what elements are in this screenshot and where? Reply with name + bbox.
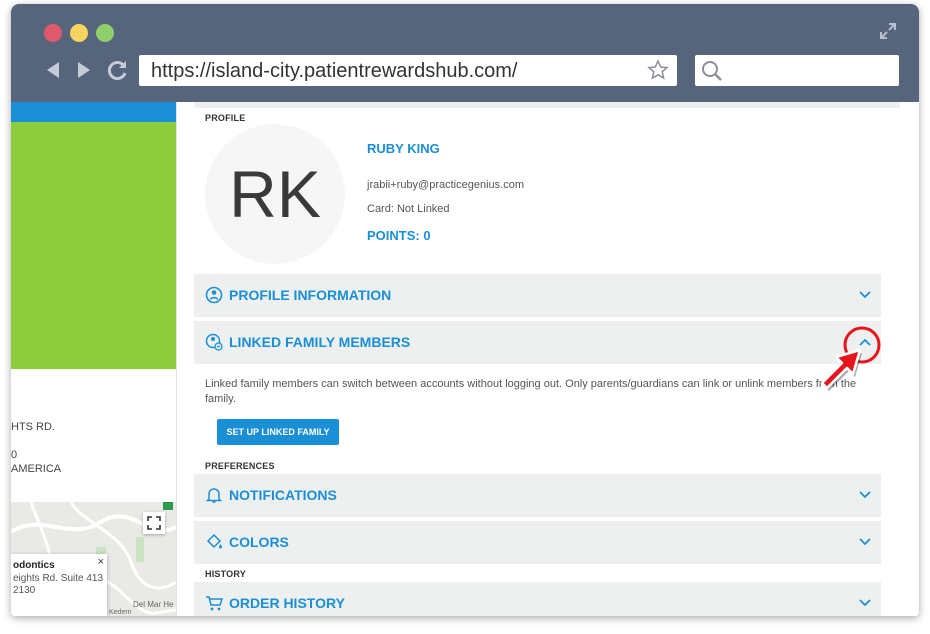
annotation-overlay xyxy=(820,326,881,391)
pointer-arrow-icon xyxy=(820,348,862,391)
